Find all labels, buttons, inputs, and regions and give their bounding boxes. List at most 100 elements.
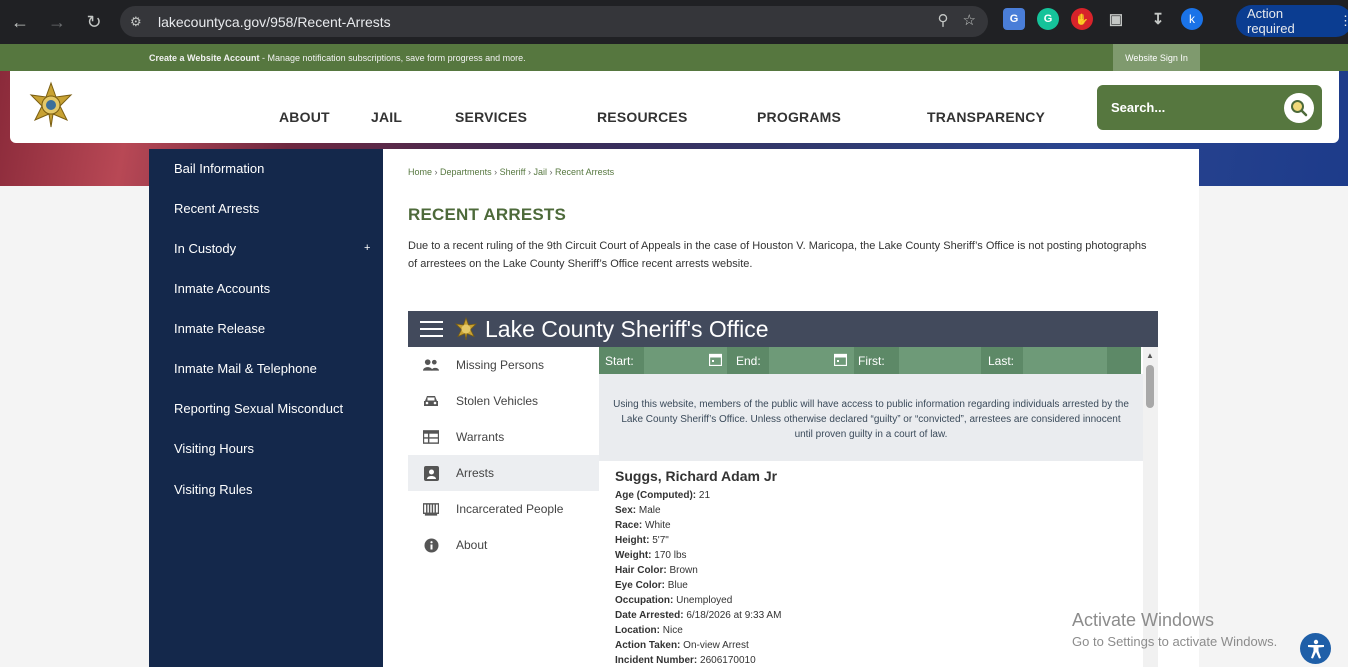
- nav-transparency[interactable]: TRANSPARENCY: [927, 109, 1045, 125]
- address-url[interactable]: lakecountyca.gov/958/Recent-Arrests: [158, 14, 391, 30]
- sidebar-item-visiting-hours[interactable]: Visiting Hours: [174, 441, 254, 456]
- grammarly-extension-icon[interactable]: G: [1037, 8, 1059, 30]
- end-calendar-icon[interactable]: [834, 353, 847, 366]
- site-search-input[interactable]: Search...: [1097, 85, 1322, 130]
- sidebar-item-reporting-sexual-misconduct[interactable]: Reporting Sexual Misconduct: [174, 401, 343, 416]
- field-label: Weight:: [615, 550, 652, 561]
- record-field: Date Arrested: 6/18/2026 at 9:33 AM: [615, 608, 781, 623]
- sidebar-item-inmate-mail-telephone[interactable]: Inmate Mail & Telephone: [174, 361, 317, 376]
- profile-avatar[interactable]: k: [1181, 8, 1203, 30]
- nav-programs[interactable]: PROGRAMS: [757, 109, 841, 125]
- back-arrow-icon[interactable]: ←: [3, 5, 37, 39]
- sidebar-item-inmate-release[interactable]: Inmate Release: [174, 321, 265, 336]
- in-custody-expand-icon[interactable]: +: [364, 242, 370, 254]
- address-bar[interactable]: ⚙ lakecountyca.gov/958/Recent-Arrests ⚲ …: [120, 6, 988, 37]
- app-menu-incarcerated-people[interactable]: Incarcerated People: [408, 491, 599, 527]
- search-button[interactable]: [1284, 93, 1314, 123]
- adblock-extension-icon[interactable]: ✋: [1071, 8, 1093, 30]
- breadcrumb-separator: ›: [434, 167, 438, 177]
- reload-icon[interactable]: ↻: [77, 5, 111, 39]
- record-field: Age (Computed): 21: [615, 488, 781, 503]
- field-label: Incident Number:: [615, 655, 698, 666]
- app-menu-stolen-vehicles[interactable]: Stolen Vehicles: [408, 383, 599, 419]
- sheriff-app-title: Lake County Sheriff's Office: [485, 316, 769, 342]
- record-field: Location: Nice: [615, 623, 781, 638]
- website-sign-in-button[interactable]: Website Sign In: [1113, 44, 1200, 71]
- sidebar-item-inmate-accounts[interactable]: Inmate Accounts: [174, 281, 270, 296]
- app-menu-label: Warrants: [456, 430, 505, 444]
- record-field: Action Taken: On-view Arrest: [615, 638, 781, 653]
- app-menu-label: Incarcerated People: [456, 502, 564, 516]
- arrest-record: Suggs, Richard Adam Jr Age (Computed): 2…: [615, 468, 781, 667]
- create-account-bold[interactable]: Create a Website Account: [149, 53, 260, 63]
- sidebar-item-recent-arrests[interactable]: Recent Arrests: [174, 201, 259, 216]
- sidebar-item-bail-information[interactable]: Bail Information: [174, 161, 264, 176]
- record-field: Eye Color: Blue: [615, 578, 781, 593]
- sidebar-item-visiting-rules[interactable]: Visiting Rules: [174, 482, 253, 497]
- breadcrumb-departments[interactable]: Departments: [440, 167, 492, 177]
- sheriff-star-logo[interactable]: [27, 81, 75, 129]
- action-required-button[interactable]: Action required ⋮: [1236, 5, 1348, 37]
- hamburger-menu-icon[interactable]: [420, 321, 443, 342]
- accessibility-icon[interactable]: [1300, 633, 1331, 664]
- arrest-filter-bar: Start: End: First: Last:: [599, 347, 1141, 374]
- app-menu-about[interactable]: About: [408, 527, 599, 563]
- app-menu-missing-persons[interactable]: Missing Persons: [408, 347, 599, 383]
- kebab-menu-icon[interactable]: ⋮: [1339, 13, 1348, 29]
- warrant-table-icon: [423, 429, 439, 445]
- extensions-puzzle-icon[interactable]: ▣: [1105, 8, 1127, 30]
- field-label: Eye Color:: [615, 580, 666, 591]
- intro-paragraph: Due to a recent ruling of the 9th Circui…: [408, 240, 1147, 270]
- forward-arrow-icon[interactable]: →: [40, 5, 74, 39]
- breadcrumb: Home › Departments › Sheriff › Jail › Re…: [408, 167, 614, 177]
- arrestee-name: Suggs, Richard Adam Jr: [615, 468, 778, 484]
- sheriff-app-header: Lake County Sheriff's Office: [408, 311, 1158, 347]
- activate-windows-watermark: Activate Windows Go to Settings to activ…: [1072, 610, 1277, 649]
- search-icon: [1291, 100, 1308, 117]
- breadcrumb-separator: ›: [494, 167, 498, 177]
- site-settings-icon[interactable]: ⚙: [130, 14, 150, 30]
- breadcrumb-recent-arrests[interactable]: Recent Arrests: [555, 167, 614, 177]
- info-icon: [423, 537, 439, 553]
- scroll-thumb[interactable]: [1146, 365, 1154, 408]
- breadcrumb-separator: ›: [527, 167, 531, 177]
- public-info-notice: Using this website, members of the publi…: [599, 374, 1143, 461]
- nav-jail[interactable]: JAIL: [371, 109, 402, 125]
- zoom-icon[interactable]: ⚲: [938, 11, 949, 29]
- account-bar: Create a Website Account - Manage notifi…: [0, 44, 1348, 71]
- app-menu-arrests[interactable]: Arrests: [408, 455, 599, 491]
- breadcrumb-home[interactable]: Home: [408, 167, 432, 177]
- field-label: Location:: [615, 625, 660, 636]
- jail-cell-icon: [423, 501, 439, 517]
- record-field: Weight: 170 lbs: [615, 548, 781, 563]
- app-menu-warrants[interactable]: Warrants: [408, 419, 599, 455]
- car-icon: [423, 393, 439, 409]
- field-value: 6/18/2026 at 9:33 AM: [686, 610, 782, 621]
- nav-services[interactable]: SERVICES: [455, 109, 527, 125]
- nav-resources[interactable]: RESOURCES: [597, 109, 687, 125]
- breadcrumb-sheriff[interactable]: Sheriff: [500, 167, 526, 177]
- create-account-link[interactable]: Create a Website Account - Manage notifi…: [149, 53, 526, 63]
- bookmark-star-icon[interactable]: ☆: [963, 11, 976, 29]
- first-name-input[interactable]: [899, 347, 981, 374]
- activate-windows-subtitle: Go to Settings to activate Windows.: [1072, 634, 1278, 649]
- jail-sidebar-nav: Bail Information Recent Arrests In Custo…: [149, 149, 383, 667]
- field-label: Date Arrested:: [615, 610, 684, 621]
- breadcrumb-separator: ›: [549, 167, 553, 177]
- notice-text: Using this website, members of the publi…: [613, 399, 1129, 440]
- translate-extension-icon[interactable]: G: [1003, 8, 1025, 30]
- nav-about[interactable]: ABOUT: [279, 109, 330, 125]
- download-icon[interactable]: ↧: [1147, 8, 1169, 30]
- end-date-label: End:: [736, 354, 761, 368]
- breadcrumb-jail[interactable]: Jail: [534, 167, 548, 177]
- action-required-label: Action required: [1247, 6, 1295, 36]
- scroll-up-arrow-icon[interactable]: ▲: [1146, 351, 1154, 360]
- last-name-input[interactable]: [1023, 347, 1107, 374]
- start-calendar-icon[interactable]: [709, 353, 722, 366]
- field-value: Brown: [669, 565, 698, 576]
- field-label: Action Taken:: [615, 640, 681, 651]
- record-field: Hair Color: Brown: [615, 563, 781, 578]
- field-label: Race:: [615, 520, 643, 531]
- sidebar-item-in-custody[interactable]: In Custody: [174, 241, 236, 256]
- people-icon: [423, 357, 439, 373]
